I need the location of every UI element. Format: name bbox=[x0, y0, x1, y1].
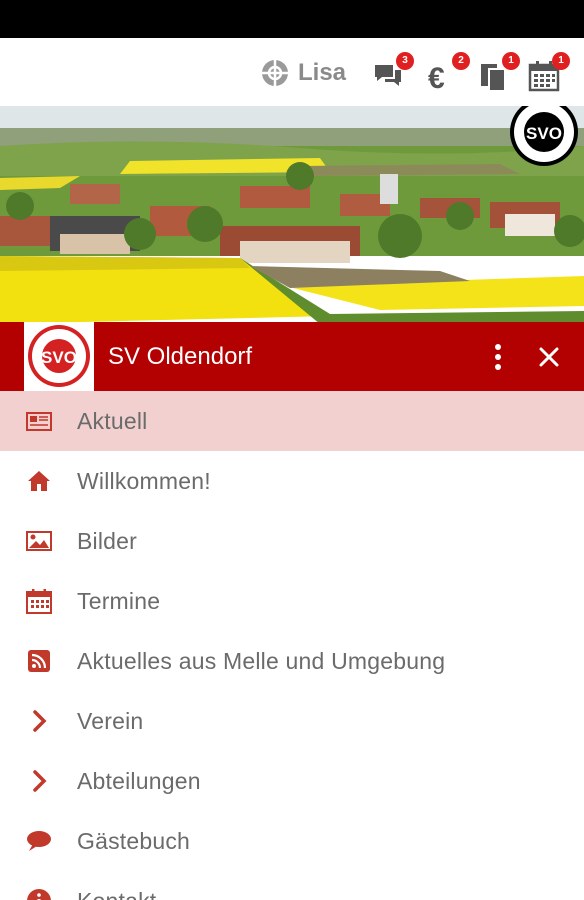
navigation-menu: Aktuell Willkommen! Bilder Termine Aktue… bbox=[0, 391, 584, 900]
documents-button[interactable]: 1 bbox=[478, 52, 520, 92]
picture-icon bbox=[24, 527, 54, 555]
svg-text:SVO: SVO bbox=[41, 348, 77, 367]
home-icon bbox=[24, 467, 54, 495]
menu-item-label: Kontakt bbox=[77, 888, 156, 900]
drawer-header: SVO SV Oldendorf bbox=[0, 322, 584, 391]
menu-item-label: Aktuell bbox=[77, 407, 148, 434]
close-icon bbox=[539, 347, 559, 367]
svo-logo-icon: SVO bbox=[28, 325, 90, 387]
user-name: Lisa bbox=[298, 59, 347, 86]
speech-bubble-icon bbox=[24, 827, 54, 855]
payments-button[interactable]: € 2 bbox=[428, 52, 470, 95]
menu-item-label: Bilder bbox=[77, 527, 138, 554]
user-profile[interactable]: Lisa bbox=[260, 58, 346, 88]
menu-item-aktuell[interactable]: Aktuell bbox=[0, 391, 584, 451]
menu-item-gaestebuch[interactable]: Gästebuch bbox=[0, 811, 584, 871]
menu-item-label: Verein bbox=[77, 707, 144, 734]
village-landscape-image: SVO bbox=[0, 106, 584, 324]
menu-item-kontakt[interactable]: Kontakt bbox=[0, 871, 584, 900]
chevron-right-icon bbox=[24, 707, 54, 735]
payments-badge: 2 bbox=[452, 52, 470, 70]
menu-item-termine[interactable]: Termine bbox=[0, 571, 584, 631]
rss-icon bbox=[24, 647, 54, 675]
info-icon bbox=[24, 887, 54, 900]
club-logo: SVO bbox=[24, 322, 94, 391]
menu-item-label: Termine bbox=[77, 587, 161, 614]
menu-item-willkommen[interactable]: Willkommen! bbox=[0, 451, 584, 511]
top-bar: Lisa 3 € 2 1 1 bbox=[0, 38, 584, 106]
menu-item-label: Willkommen! bbox=[77, 467, 211, 494]
menu-item-abteilungen[interactable]: Abteilungen bbox=[0, 751, 584, 811]
documents-badge: 1 bbox=[502, 52, 520, 70]
menu-item-bilder[interactable]: Bilder bbox=[0, 511, 584, 571]
menu-item-aktuelles-melle[interactable]: Aktuelles aus Melle und Umgebung bbox=[0, 631, 584, 691]
menu-item-label: Abteilungen bbox=[77, 767, 201, 794]
user-ball-icon bbox=[262, 60, 288, 86]
status-bar bbox=[0, 0, 584, 38]
more-vertical-icon bbox=[495, 344, 501, 370]
newspaper-icon bbox=[24, 407, 54, 435]
close-drawer-button[interactable] bbox=[534, 342, 564, 372]
menu-item-label: Aktuelles aus Melle und Umgebung bbox=[77, 647, 446, 674]
menu-item-label: Gästebuch bbox=[77, 827, 191, 854]
overflow-menu-button[interactable] bbox=[486, 342, 510, 372]
menu-item-verein[interactable]: Verein bbox=[0, 691, 584, 751]
euro-icon: € bbox=[428, 62, 445, 95]
calendar-button[interactable]: 1 bbox=[528, 52, 570, 92]
svg-text:SVO: SVO bbox=[526, 124, 562, 143]
messages-button[interactable]: 3 bbox=[372, 52, 414, 92]
chevron-right-icon bbox=[24, 767, 54, 795]
messages-badge: 3 bbox=[396, 52, 414, 70]
hero-image: SVO bbox=[0, 106, 584, 324]
club-title: SV Oldendorf bbox=[108, 343, 253, 370]
calendar-badge: 1 bbox=[552, 52, 570, 70]
calendar-icon bbox=[24, 587, 54, 615]
